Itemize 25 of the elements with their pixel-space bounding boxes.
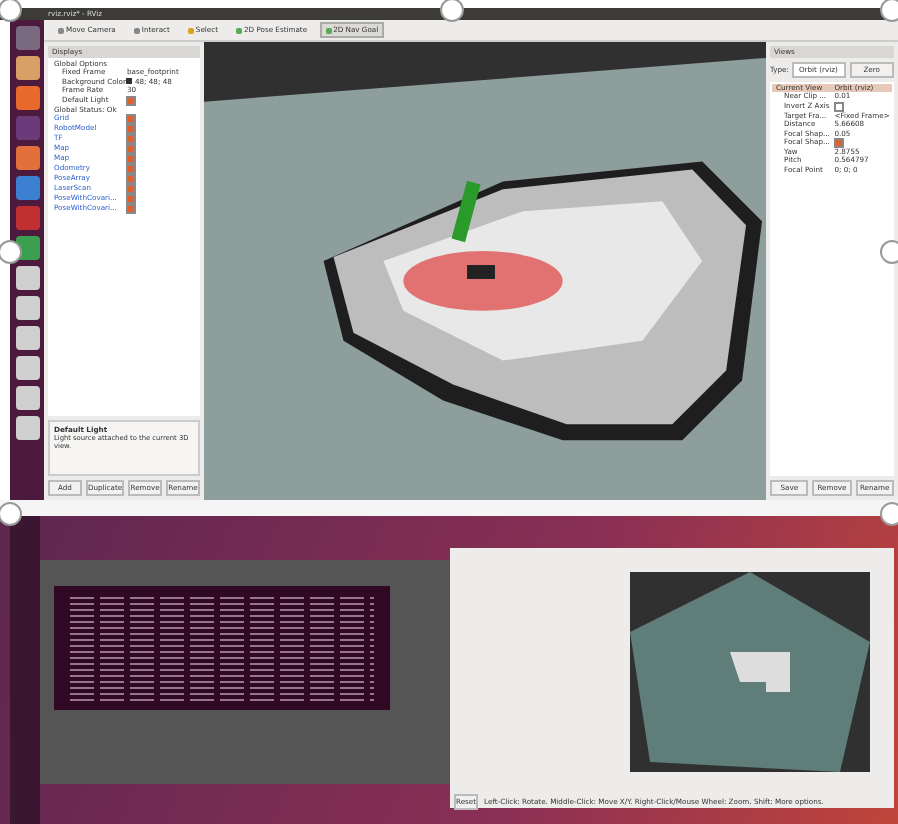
checkbox[interactable]: [126, 134, 137, 145]
launcher-app-icon[interactable]: [15, 326, 39, 350]
launcher-app-icon[interactable]: [15, 266, 39, 290]
checkbox[interactable]: [126, 114, 137, 125]
launcher-app-icon[interactable]: [15, 416, 39, 440]
launcher-app-icon[interactable]: [15, 296, 39, 320]
checkbox[interactable]: [126, 194, 137, 205]
checkbox[interactable]: [126, 124, 137, 135]
launcher-app-icon[interactable]: [15, 356, 39, 380]
checkbox[interactable]: [834, 101, 845, 112]
launcher-app-icon[interactable]: [15, 56, 39, 80]
checkbox[interactable]: [126, 154, 137, 165]
resize-handle[interactable]: [0, 240, 22, 264]
checkbox[interactable]: [126, 204, 137, 215]
checkbox[interactable]: [126, 95, 137, 106]
resize-handle[interactable]: [0, 0, 22, 22]
launcher-app-icon[interactable]: [15, 86, 39, 110]
checkbox[interactable]: [126, 184, 137, 195]
checkbox[interactable]: [126, 174, 137, 185]
checkbox[interactable]: [834, 138, 845, 149]
resize-handle[interactable]: [440, 0, 464, 22]
launcher-app-icon[interactable]: [15, 386, 39, 410]
checkbox[interactable]: [126, 164, 137, 175]
checkbox[interactable]: [126, 144, 137, 155]
launcher-app-icon[interactable]: [15, 146, 39, 170]
